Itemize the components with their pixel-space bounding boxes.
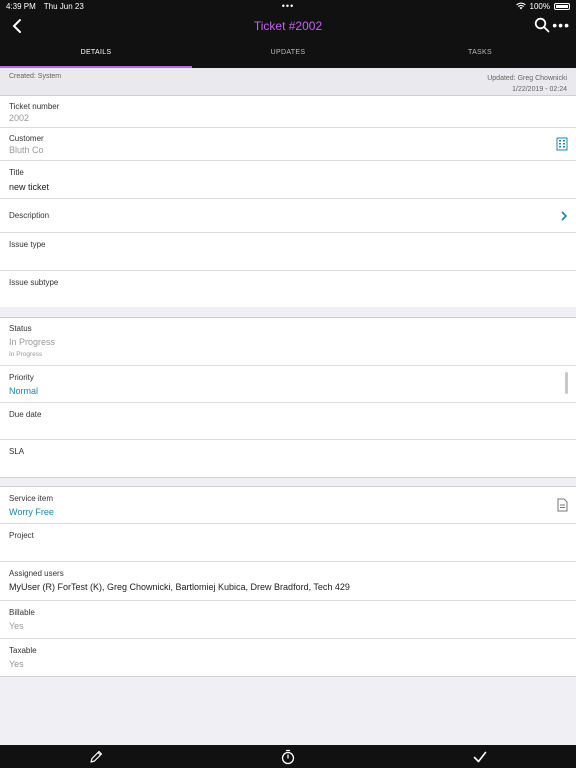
building-icon[interactable] [556, 137, 568, 151]
taxable-label: Taxable [9, 646, 37, 655]
billable-value: Yes [9, 621, 24, 631]
ticket-number-value: 2002 [9, 113, 30, 123]
ticket-number-row: Ticket number 2002 [0, 96, 576, 128]
billable-label: Billable [9, 608, 35, 617]
project-row[interactable]: Project [0, 524, 576, 562]
title-row[interactable]: Title new ticket [0, 161, 576, 199]
taxable-value: Yes [9, 659, 24, 669]
service-item-value[interactable]: Worry Free [9, 507, 54, 517]
more-icon[interactable]: ••• [552, 17, 570, 33]
customer-row[interactable]: Customer Bluth Co [0, 128, 576, 161]
status-label: Status [9, 324, 32, 333]
section-assignment: Service item Worry Free Project Assigned… [0, 486, 576, 677]
billable-row[interactable]: Billable Yes [0, 601, 576, 639]
page-title: Ticket #2002 [253, 19, 323, 33]
tab-tasks[interactable]: TASKS [384, 40, 576, 68]
due-date-row[interactable]: Due date [0, 403, 576, 440]
timer-icon[interactable] [280, 749, 296, 765]
due-date-label: Due date [9, 410, 42, 419]
assigned-users-value[interactable]: MyUser (R) ForTest (K), Greg Chownicki, … [9, 582, 350, 592]
status-bar: 4:39 PM Thu Jun 23 ••• 100% [0, 0, 576, 12]
customer-label: Customer [9, 134, 44, 143]
battery-icon [554, 2, 570, 10]
assigned-users-row[interactable]: Assigned users MyUser (R) ForTest (K), G… [0, 562, 576, 601]
multitask-dots[interactable]: ••• [282, 1, 294, 11]
assigned-users-label: Assigned users [9, 569, 64, 578]
status-value: In Progress [9, 337, 56, 347]
tab-updates[interactable]: UPDATES [192, 40, 384, 68]
ticket-meta: Created: System Updated: Greg Chownicki … [0, 68, 576, 96]
description-row[interactable]: Description [0, 199, 576, 233]
created-by: Created: System [9, 73, 62, 80]
check-icon[interactable] [472, 749, 488, 765]
tab-details[interactable]: DETAILS [0, 40, 192, 68]
tab-bar: DETAILS UPDATES TASKS [0, 40, 576, 68]
priority-row[interactable]: Priority Normal [0, 366, 576, 403]
service-item-row[interactable]: Service item Worry Free [0, 487, 576, 524]
issue-type-label: Issue type [9, 240, 46, 249]
updated-at: 1/22/2019 - 02:24 [512, 86, 567, 93]
taxable-row[interactable]: Taxable Yes [0, 639, 576, 676]
sla-row[interactable]: SLA [0, 440, 576, 477]
battery-percent: 100% [529, 1, 550, 11]
status-row[interactable]: Status In Progress In Progress [0, 318, 576, 366]
project-label: Project [9, 531, 34, 540]
issue-subtype-label: Issue subtype [9, 278, 59, 287]
issue-subtype-row[interactable]: Issue subtype [0, 271, 576, 307]
section-general: Ticket number 2002 Customer Bluth Co Tit… [0, 96, 576, 307]
priority-label: Priority [9, 373, 34, 382]
status-date: Thu Jun 23 [43, 1, 84, 11]
customer-value: Bluth Co [9, 145, 44, 155]
title-value[interactable]: new ticket [9, 182, 49, 192]
status-time: 4:39 PM [6, 1, 36, 11]
ticket-number-label: Ticket number [9, 102, 60, 111]
scrollbar[interactable] [565, 372, 568, 394]
sla-label: SLA [9, 447, 25, 456]
issue-type-row[interactable]: Issue type [0, 233, 576, 271]
nav-bar: Ticket #2002 ••• [0, 12, 576, 40]
title-label: Title [9, 168, 24, 177]
updated-by: Updated: Greg Chownicki [487, 75, 567, 82]
section-status: Status In Progress In Progress Priority … [0, 317, 576, 478]
chevron-right-icon[interactable] [560, 210, 568, 222]
bottom-toolbar [0, 745, 576, 768]
priority-value[interactable]: Normal [9, 386, 38, 396]
search-icon[interactable] [534, 17, 550, 33]
updated-info: Updated: Greg Chownicki 1/22/2019 - 02:2… [487, 73, 567, 95]
description-label: Description [9, 211, 50, 220]
document-icon[interactable] [557, 498, 568, 512]
service-item-label: Service item [9, 494, 54, 503]
pencil-icon[interactable] [88, 749, 104, 765]
status-sub: In Progress [9, 351, 43, 358]
wifi-icon [515, 2, 526, 10]
